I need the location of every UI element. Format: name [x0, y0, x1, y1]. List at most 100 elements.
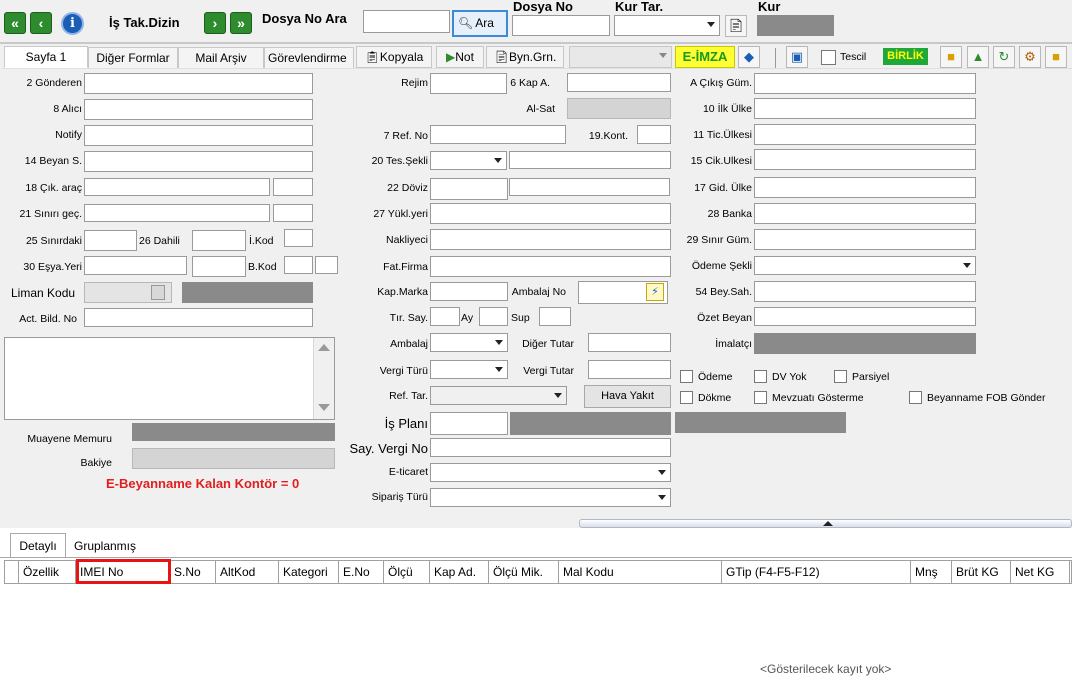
odeme-sekli-dropdown[interactable]: [754, 256, 976, 275]
e-ticaret-dropdown[interactable]: [430, 463, 671, 482]
dahili-input[interactable]: [192, 230, 246, 251]
notes-scrollbar[interactable]: [313, 338, 334, 419]
byn-grn-button[interactable]: 📄︎Byn.Grn.: [486, 46, 564, 68]
e-imza-button[interactable]: E-İMZA: [675, 46, 735, 68]
column-gtip[interactable]: GTip (F4-F5-F12): [722, 561, 911, 583]
beyan-s-input[interactable]: [84, 151, 313, 172]
gonderen-input[interactable]: [84, 73, 313, 94]
notes-textarea[interactable]: [4, 337, 335, 420]
sup-input[interactable]: [539, 307, 571, 326]
beyanname-fob-checkbox[interactable]: [909, 391, 922, 404]
refresh-folder-button[interactable]: ↻: [993, 46, 1015, 68]
banka-input[interactable]: [754, 203, 976, 224]
column-olcu-mik[interactable]: Ölçü Mik.: [489, 561, 559, 583]
say-vergi-no-input[interactable]: [430, 438, 671, 457]
settings-folder-button[interactable]: ⚙: [1019, 46, 1041, 68]
column-mal-kodu[interactable]: Mal Kodu: [559, 561, 722, 583]
info-button[interactable]: i: [61, 12, 84, 35]
dokme-checkbox[interactable]: [680, 391, 693, 404]
cik-ulkesi-input[interactable]: [754, 149, 976, 170]
column-s-no[interactable]: S.No: [170, 561, 216, 583]
shield-button[interactable]: ◆: [738, 46, 760, 68]
last-record-button[interactable]: »: [230, 12, 252, 34]
folder-button[interactable]: ■: [1045, 46, 1067, 68]
bey-sah-input[interactable]: [754, 281, 976, 302]
ay-input[interactable]: [479, 307, 508, 326]
upload-button[interactable]: ▲: [967, 46, 989, 68]
sinir-gec-code-input[interactable]: [273, 204, 313, 222]
column-brut-kg[interactable]: Brüt KG: [952, 561, 1011, 583]
kap-marka-input[interactable]: [430, 282, 508, 301]
sinir-gum-input[interactable]: [754, 229, 976, 250]
alici-input[interactable]: [84, 99, 313, 120]
cik-arac-code-input[interactable]: [273, 178, 313, 196]
gid-ulke-input[interactable]: [754, 177, 976, 198]
tic-ulkesi-input[interactable]: [754, 124, 976, 145]
scroll-up-icon[interactable]: [318, 344, 330, 351]
column-kategori[interactable]: Kategori: [279, 561, 339, 583]
tab-sayfa1[interactable]: Sayfa 1: [4, 46, 88, 68]
is-plani-input[interactable]: [430, 412, 508, 435]
i-kod-input[interactable]: [284, 229, 313, 247]
ara-button[interactable]: 🔍︎ Ara: [452, 10, 508, 37]
ref-no-input[interactable]: [430, 125, 566, 144]
odeme-checkbox[interactable]: [680, 370, 693, 383]
column-mns[interactable]: Mnş: [911, 561, 952, 583]
column-e-no[interactable]: E.No: [339, 561, 384, 583]
tab-gorevlendirme[interactable]: Görevlendirme: [264, 47, 354, 69]
column-altkod[interactable]: AltKod: [216, 561, 279, 583]
sinirdaki-input[interactable]: [84, 230, 137, 251]
vergi-turu-dropdown[interactable]: [430, 360, 508, 379]
preview-button[interactable]: ▣: [786, 46, 808, 68]
diger-tutar-input[interactable]: [588, 333, 671, 352]
tab-mail-arsiv[interactable]: Mail Arşiv: [178, 47, 264, 69]
column-olcu[interactable]: Ölçü: [384, 561, 430, 583]
scroll-down-icon[interactable]: [318, 404, 330, 411]
prev-record-button[interactable]: ‹: [30, 12, 52, 34]
panel-splitter[interactable]: [579, 519, 1072, 528]
vergi-tutar-input[interactable]: [588, 360, 671, 379]
kopyala-button[interactable]: 📋︎Kopyala: [356, 46, 432, 68]
cik-arac-input[interactable]: [84, 178, 270, 196]
ozet-beyan-input[interactable]: [754, 307, 976, 326]
tescil-checkbox[interactable]: [821, 50, 836, 65]
notify-input[interactable]: [84, 125, 313, 146]
tes-sekli-dropdown[interactable]: [430, 151, 507, 170]
kur-tar-dropdown[interactable]: [614, 15, 720, 36]
ref-tar-dropdown[interactable]: [430, 386, 567, 405]
siparis-turu-dropdown[interactable]: [430, 488, 671, 507]
esya-yeri-input[interactable]: [84, 256, 187, 275]
form-select-dropdown[interactable]: [569, 46, 672, 68]
a-cikis-gum-input[interactable]: [754, 73, 976, 94]
ilk-ulke-input[interactable]: [754, 98, 976, 119]
tab-diger-formlar[interactable]: Diğer Formlar: [88, 47, 178, 69]
esya-yeri-code-input[interactable]: [192, 256, 246, 277]
fat-firma-input[interactable]: [430, 256, 671, 277]
next-record-button[interactable]: ›: [204, 12, 226, 34]
kap-a-input[interactable]: [567, 73, 671, 92]
liman-kodu-lookup-icon[interactable]: [151, 285, 165, 300]
doviz-input[interactable]: [430, 178, 508, 200]
tes-sekli-desc-input[interactable]: [509, 151, 671, 169]
dosya-no-input[interactable]: [512, 15, 610, 36]
dv-yok-checkbox[interactable]: [754, 370, 767, 383]
sinir-gec-input[interactable]: [84, 204, 270, 222]
open-folder-button[interactable]: ■: [940, 46, 962, 68]
not-button[interactable]: ▶Not: [436, 46, 484, 68]
mevzuati-gosterme-checkbox[interactable]: [754, 391, 767, 404]
first-record-button[interactable]: «: [4, 12, 26, 34]
yukl-yeri-input[interactable]: [430, 203, 671, 224]
hava-yakit-button[interactable]: Hava Yakıt: [584, 385, 671, 408]
column-ozellik[interactable]: Özellik: [19, 561, 76, 583]
b-kod-extra-input[interactable]: [315, 256, 338, 274]
act-bild-no-input[interactable]: [84, 308, 313, 327]
chevron-up-icon[interactable]: [823, 521, 833, 526]
nakliyeci-input[interactable]: [430, 229, 671, 250]
calendar-button[interactable]: 📄︎: [725, 15, 747, 37]
column-kap-ad[interactable]: Kap Ad.: [430, 561, 489, 583]
column-net-kg[interactable]: Net KG: [1011, 561, 1070, 583]
doviz-desc-input[interactable]: [509, 178, 670, 196]
birlik-button[interactable]: BİRLİK: [883, 48, 928, 65]
b-kod-input[interactable]: [284, 256, 313, 274]
parsiyel-checkbox[interactable]: [834, 370, 847, 383]
